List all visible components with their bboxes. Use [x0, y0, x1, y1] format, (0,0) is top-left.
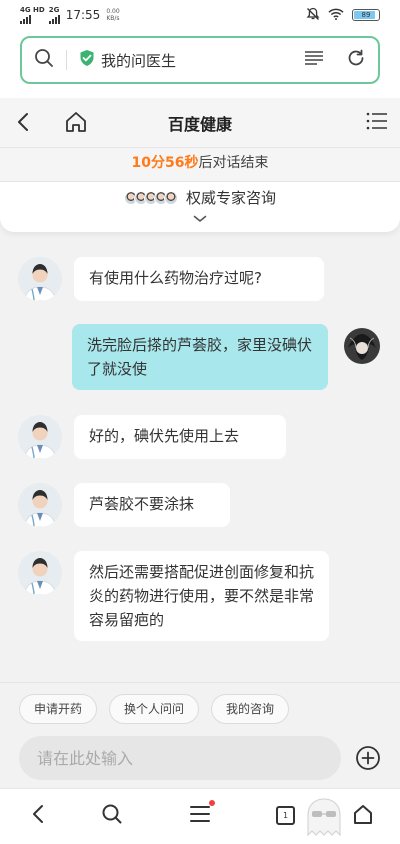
user-avatar[interactable]	[340, 324, 384, 368]
search-query[interactable]: 我的问医生	[101, 50, 304, 71]
search-icon[interactable]	[34, 48, 54, 72]
network-indicator-2: 2G	[48, 5, 60, 24]
expert-consult-card[interactable]: 权威专家咨询	[0, 182, 400, 232]
home-icon[interactable]	[64, 110, 88, 138]
signal-icon	[20, 14, 31, 24]
nav-home-icon[interactable]	[352, 803, 374, 829]
network-speed-unit: KB/s	[106, 15, 120, 22]
clock: 17:55	[65, 8, 101, 22]
my-consultations-button[interactable]: 我的咨询	[211, 693, 290, 724]
network-speed: 0.00 KB/s	[106, 8, 119, 22]
message-bubble: 然后还需要搭配促进创面修复和抗炎的药物进行使用，要不然是非常容易留疤的	[74, 551, 329, 641]
ghost-mascot-icon	[304, 795, 344, 843]
doctor-avatar[interactable]	[18, 551, 62, 595]
nav-back-icon[interactable]	[28, 803, 50, 829]
message-bubble: 有使用什么药物治疗过呢?	[74, 257, 324, 301]
search-box[interactable]: 我的问医生	[20, 36, 380, 84]
switch-doctor-button[interactable]: 换个人问问	[109, 693, 200, 724]
plus-circle-icon[interactable]	[355, 745, 381, 771]
message-bubble: 洗完脸后搽的芦荟胶，家里没碘伏了就没使	[72, 324, 328, 390]
page-header: 百度健康	[0, 98, 400, 148]
reader-mode-icon[interactable]	[304, 50, 324, 70]
doctor-avatar[interactable]	[18, 257, 62, 301]
chat-message-doctor: 好的，碘伏先使用上去	[18, 415, 286, 459]
session-timer: 10分56秒后对话结束	[0, 148, 400, 182]
divider	[66, 50, 67, 70]
bottom-nav-bar: 1	[0, 788, 400, 844]
tab-count: 1	[276, 806, 295, 825]
chat-message-user: 洗完脸后搽的芦荟胶，家里没碘伏了就没使	[72, 324, 384, 390]
nav-tabs-button[interactable]: 1	[276, 806, 295, 825]
signal-icon	[48, 14, 60, 24]
network-label-1: 4G HD	[20, 5, 45, 14]
browser-bar: 我的问医生	[0, 30, 400, 98]
verified-shield-icon	[79, 49, 95, 71]
expert-avatars	[123, 190, 178, 205]
network-speed-value: 0.00	[106, 8, 120, 15]
wifi-icon	[328, 8, 344, 23]
back-arrow-icon[interactable]	[12, 110, 36, 138]
notification-dot	[209, 800, 215, 806]
refresh-icon[interactable]	[346, 48, 366, 72]
expert-row: 权威专家咨询	[123, 187, 276, 208]
message-bubble: 好的，碘伏先使用上去	[74, 415, 286, 459]
network-label-2: 2G	[48, 5, 60, 14]
countdown-suffix: 后对话结束	[198, 155, 269, 171]
search-actions	[304, 48, 366, 72]
apply-prescription-button[interactable]: 申请开药	[19, 693, 98, 724]
menu-list-icon[interactable]	[366, 111, 388, 135]
battery-text: 89	[361, 11, 371, 19]
message-input[interactable]	[19, 736, 341, 780]
status-left: 4G HD 2G 17:55 0.00 KB/s	[20, 5, 120, 24]
nav-search-icon[interactable]	[101, 803, 123, 829]
message-bubble: 芦荟胶不要涂抹	[74, 483, 230, 527]
doctor-avatar[interactable]	[18, 415, 62, 459]
chat-message-doctor: 然后还需要搭配促进创面修复和抗炎的药物进行使用，要不然是非常容易留疤的	[18, 551, 329, 641]
nav-menu-icon[interactable]	[189, 800, 215, 829]
expert-avatar	[163, 190, 178, 205]
chat-message-doctor: 芦荟胶不要涂抹	[18, 483, 230, 527]
countdown-value: 10分56秒	[131, 155, 199, 171]
status-bar: 4G HD 2G 17:55 0.00 KB/s 89	[0, 0, 400, 30]
chat-message-doctor: 有使用什么药物治疗过呢?	[18, 257, 324, 301]
quick-actions: 申请开药 换个人问问 我的咨询	[0, 682, 400, 734]
chevron-down-icon[interactable]	[193, 208, 207, 227]
expert-title: 权威专家咨询	[185, 189, 276, 207]
add-attachment-button[interactable]	[355, 745, 381, 775]
battery-icon: 89	[352, 9, 380, 21]
status-right: 89	[306, 7, 380, 24]
page-title: 百度健康	[167, 114, 232, 134]
doctor-avatar[interactable]	[18, 483, 62, 527]
network-indicator-1: 4G HD	[20, 5, 45, 24]
mute-bell-icon	[306, 7, 320, 24]
input-row	[0, 734, 400, 782]
